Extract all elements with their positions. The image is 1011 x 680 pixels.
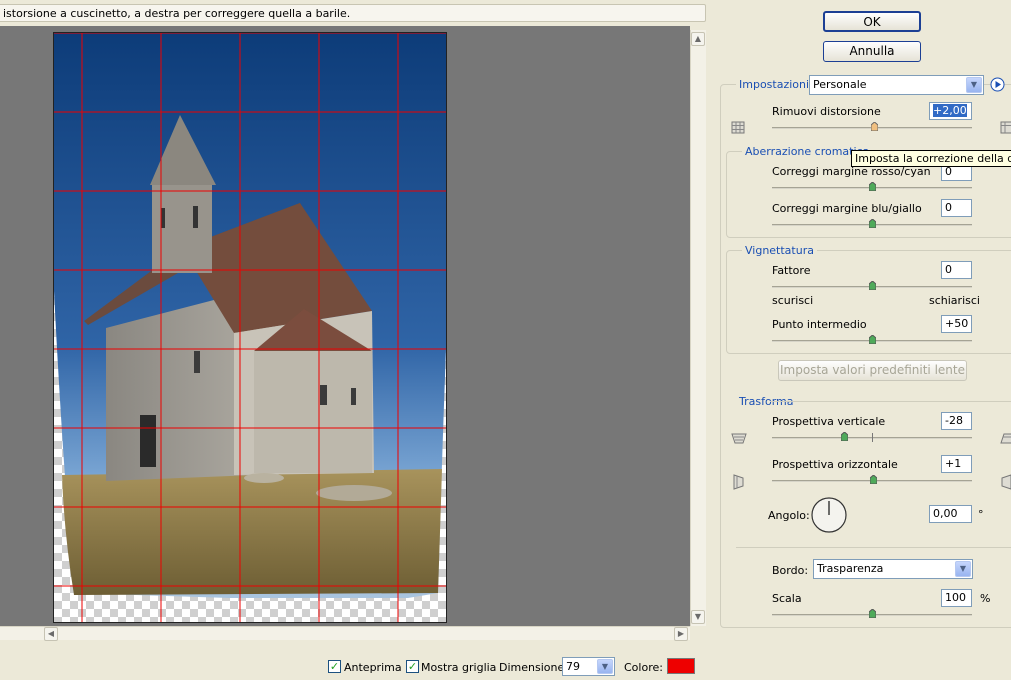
angle-dial-icon[interactable] [810, 496, 848, 534]
edge-value: Trasparenza [817, 562, 884, 575]
horizontal-perspective-label: Prospettiva orizzontale [772, 458, 898, 471]
vertical-perspective-icon [731, 433, 747, 444]
remove-distortion-label: Rimuovi distorsione [772, 105, 881, 118]
vertical-scrollbar[interactable]: ▲ ▼ [690, 30, 706, 626]
amount-input[interactable]: 0 [941, 261, 972, 279]
settings-label: Impostazioni: [736, 78, 816, 91]
hint-text: istorsione a cuscinetto, a destra per co… [3, 7, 351, 20]
transform-divider [770, 401, 1011, 402]
blue-yellow-thumb[interactable] [869, 219, 876, 228]
midpoint-input[interactable]: +50 [941, 315, 972, 333]
remove-distortion-value: +2,00 [933, 104, 967, 117]
settings-dropdown[interactable]: Personale ▼ [809, 75, 984, 95]
horizontal-perspective-icon [1001, 474, 1011, 490]
cancel-button[interactable]: Annulla [823, 41, 921, 62]
edge-divider [736, 547, 1011, 548]
midpoint-label: Punto intermedio [772, 318, 867, 331]
angle-unit: ° [978, 508, 984, 521]
preview-label: Anteprima [344, 661, 402, 674]
show-grid-checkbox[interactable]: ✓ [406, 660, 419, 673]
info-arrow-icon[interactable] [990, 77, 1005, 92]
blue-yellow-input[interactable]: 0 [941, 199, 972, 217]
angle-input[interactable]: 0,00 [929, 505, 972, 523]
hint-bar: istorsione a cuscinetto, a destra per co… [0, 4, 706, 22]
amount-label: Fattore [772, 264, 811, 277]
show-grid-label: Mostra griglia [421, 661, 497, 674]
edge-dropdown[interactable]: Trasparenza ▼ [813, 559, 973, 579]
vertical-center-tick [872, 433, 873, 442]
tooltip: Imposta la correzione della distorsione [851, 150, 1011, 167]
blue-yellow-label: Correggi margine blu/giallo [772, 202, 922, 215]
horizontal-perspective-icon [733, 474, 744, 490]
grid-color-swatch[interactable] [667, 658, 695, 674]
size-dropdown[interactable]: 79 ▼ [562, 657, 615, 676]
remove-distortion-thumb[interactable] [870, 122, 878, 131]
pincushion-icon [731, 121, 745, 134]
scale-label: Scala [772, 592, 802, 605]
remove-distortion-input[interactable]: +2,00 [929, 102, 972, 120]
amount-thumb[interactable] [869, 281, 876, 290]
chevron-down-icon: ▼ [955, 561, 971, 577]
angle-label: Angolo: [768, 509, 810, 522]
vertical-perspective-input[interactable]: -28 [941, 412, 972, 430]
edge-label: Bordo: [772, 564, 809, 577]
vertical-perspective-icon [1000, 433, 1011, 444]
color-label: Colore: [624, 661, 663, 674]
horizontal-perspective-thumb[interactable] [869, 475, 877, 484]
settings-value: Personale [813, 78, 867, 91]
scale-thumb[interactable] [869, 609, 876, 618]
ok-button[interactable]: OK [823, 11, 921, 32]
scale-input[interactable]: 100 [941, 589, 972, 607]
preview-image [53, 32, 447, 623]
barrel-icon [1000, 121, 1011, 134]
scroll-up-icon[interactable]: ▲ [691, 32, 705, 46]
size-value: 79 [566, 660, 580, 673]
chevron-down-icon: ▼ [597, 659, 613, 674]
horizontal-scrollbar[interactable]: ◀ ▶ [0, 626, 690, 641]
lighten-label: schiarisci [929, 294, 980, 307]
horizontal-perspective-input[interactable]: +1 [941, 455, 972, 473]
midpoint-thumb[interactable] [869, 335, 876, 344]
overlay-grid [54, 33, 446, 622]
lens-defaults-button: Imposta valori predefiniti lente [778, 360, 967, 381]
scale-unit: % [980, 592, 991, 605]
scroll-right-icon[interactable]: ▶ [674, 627, 688, 641]
preview-checkbox[interactable]: ✓ [328, 660, 341, 673]
size-label: Dimensione: [499, 661, 568, 674]
vertical-perspective-label: Prospettiva verticale [772, 415, 886, 428]
vertical-perspective-thumb[interactable] [840, 432, 848, 441]
chevron-down-icon: ▼ [966, 77, 982, 93]
darken-label: scurisci [772, 294, 814, 307]
vignette-title: Vignettatura [742, 244, 817, 257]
scroll-down-icon[interactable]: ▼ [691, 610, 705, 624]
scroll-left-icon[interactable]: ◀ [44, 627, 58, 641]
red-cyan-thumb[interactable] [869, 182, 876, 191]
